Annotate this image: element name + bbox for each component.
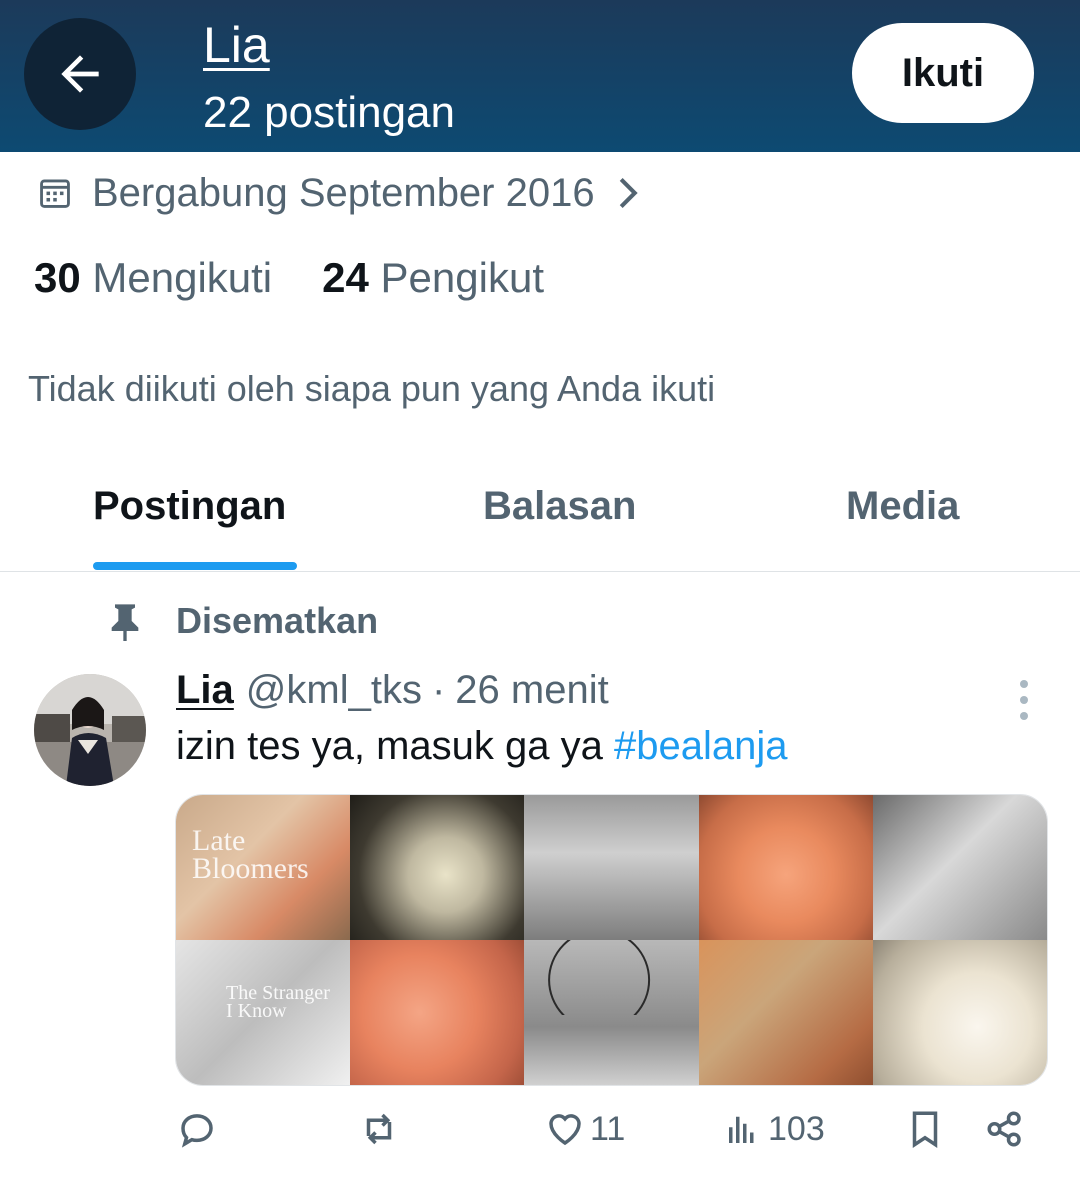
post-text: izin tes ya, masuk ga ya #bealanja: [176, 724, 787, 769]
media-text-stranger: The Stranger I Know: [226, 982, 330, 1022]
follow-button[interactable]: Ikuti: [852, 23, 1034, 123]
bookmark-button[interactable]: [904, 1108, 946, 1150]
following-count: 30: [34, 254, 81, 301]
calendar-icon: [40, 179, 70, 208]
followers-count: 24: [322, 254, 369, 301]
like-count: 11: [590, 1109, 626, 1148]
profile-header-bar: Lia 22 postingan Ikuti: [0, 0, 1080, 152]
media-tile: [350, 795, 525, 940]
post-header: Lia @kml_tks · 26 menit: [176, 668, 609, 713]
pinned-label-row: Disematkan: [108, 600, 378, 642]
media-tile: The Stranger I Know: [176, 940, 351, 1085]
post-separator: ·: [431, 668, 446, 712]
heart-icon: [549, 1114, 581, 1146]
not-followed-note: Tidak diikuti oleh siapa pun yang Anda i…: [28, 368, 716, 409]
joined-date-row[interactable]: Bergabung September 2016: [38, 165, 639, 221]
tab-replies[interactable]: Balasan: [483, 484, 636, 529]
media-tile: [872, 795, 1047, 940]
media-tile: Late Bloomers: [176, 795, 351, 940]
profile-tabs: Postingan Balasan Media: [0, 470, 1080, 570]
following-label: Mengikuti: [92, 254, 273, 301]
views-count: 103: [768, 1109, 825, 1148]
media-text-late-bloomers: Late Bloomers: [192, 824, 309, 885]
bookmark-icon: [912, 1111, 938, 1149]
repost-icon: [366, 1113, 392, 1145]
followers-stat[interactable]: 24 Pengikut: [322, 254, 544, 302]
reply-icon: [181, 1114, 213, 1148]
post-media[interactable]: Late Bloomers The Stranger I Know: [175, 794, 1048, 1086]
circle-mark: [548, 940, 651, 1015]
profile-name-title: Lia: [203, 17, 270, 73]
media-tile: [524, 795, 699, 940]
arrow-left-icon: [61, 55, 99, 93]
hashtag-link[interactable]: #bealanja: [614, 724, 788, 768]
tabs-divider: [0, 571, 1080, 572]
post-timestamp[interactable]: 26 menit: [455, 668, 608, 713]
post-author-handle[interactable]: @kml_tks: [246, 668, 422, 713]
joined-text: Bergabung September 2016: [92, 170, 595, 215]
pin-icon: [111, 604, 139, 641]
avatar[interactable]: [34, 674, 146, 786]
followers-label: Pengikut: [380, 254, 544, 301]
chevron-right-icon: [619, 177, 638, 209]
media-tile: [698, 940, 873, 1085]
media-tile: [524, 940, 699, 1085]
media-tile: [698, 795, 873, 940]
tab-posts[interactable]: Postingan: [93, 484, 286, 529]
like-button[interactable]: 11: [544, 1108, 625, 1150]
pinned-label: Disematkan: [176, 600, 379, 641]
back-button[interactable]: [24, 18, 136, 130]
post-actions: 11 103: [0, 1108, 1080, 1164]
avatar-photo: [34, 674, 146, 786]
active-tab-indicator: [93, 562, 297, 570]
media-tile: [872, 940, 1047, 1085]
post-body: izin tes ya, masuk ga ya: [176, 724, 614, 768]
reply-button[interactable]: [176, 1108, 218, 1150]
views-icon: [729, 1116, 754, 1143]
views-button[interactable]: 103: [722, 1108, 825, 1150]
share-button[interactable]: [984, 1108, 1026, 1150]
tab-media[interactable]: Media: [846, 484, 959, 529]
post-count: 22 postingan: [203, 88, 455, 137]
repost-button[interactable]: [358, 1108, 400, 1150]
media-tile: [350, 940, 525, 1085]
post-author-name[interactable]: Lia: [176, 668, 234, 713]
more-options-icon[interactable]: [1012, 676, 1036, 724]
following-stat[interactable]: 30 Mengikuti: [34, 254, 272, 302]
follow-stats: 30 Mengikuti 24 Pengikut: [34, 254, 544, 302]
share-icon: [987, 1111, 1021, 1147]
